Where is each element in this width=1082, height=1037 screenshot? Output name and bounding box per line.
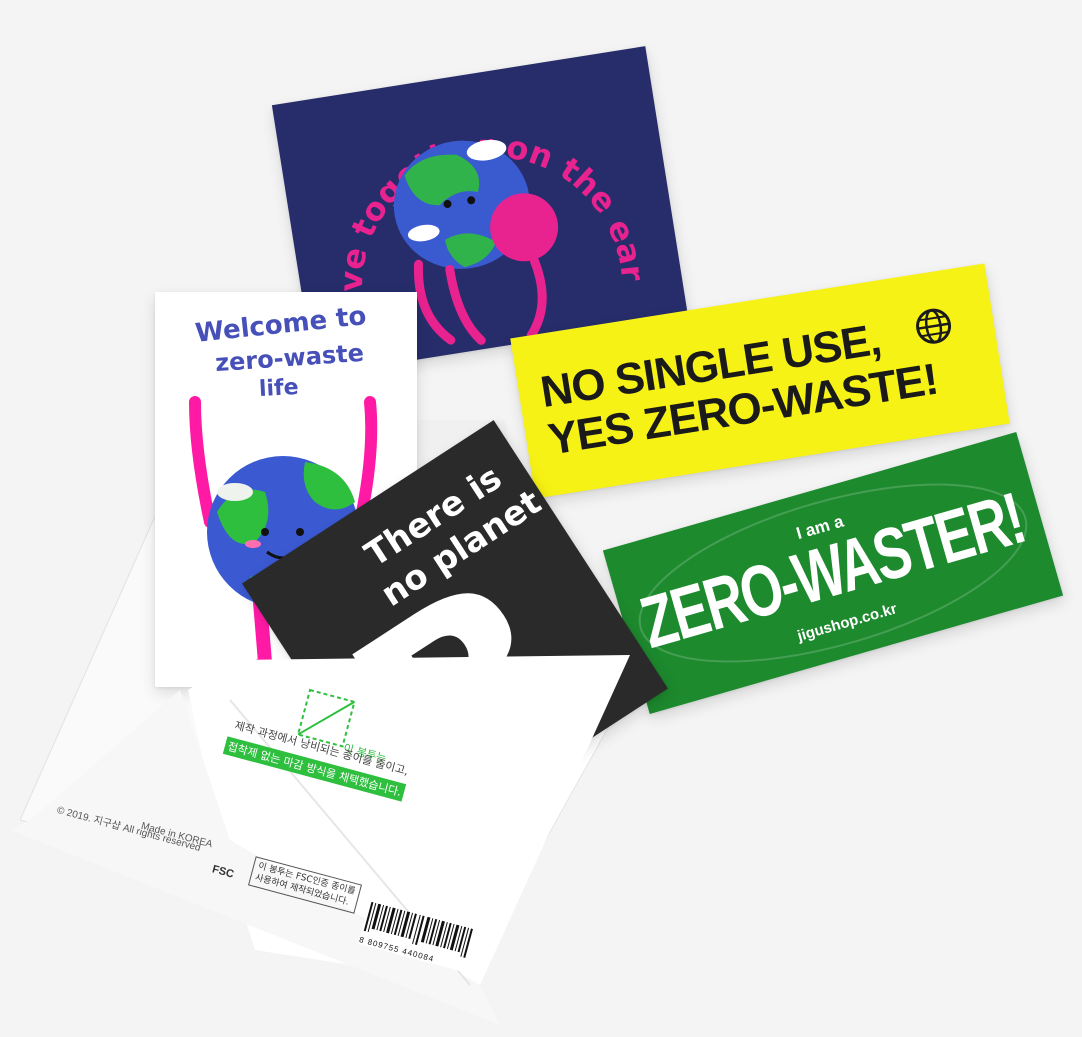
envelope-front-flap (10, 655, 630, 1025)
photo: { "stickers": { "navy": { "text": "Live … (0, 0, 1082, 1037)
